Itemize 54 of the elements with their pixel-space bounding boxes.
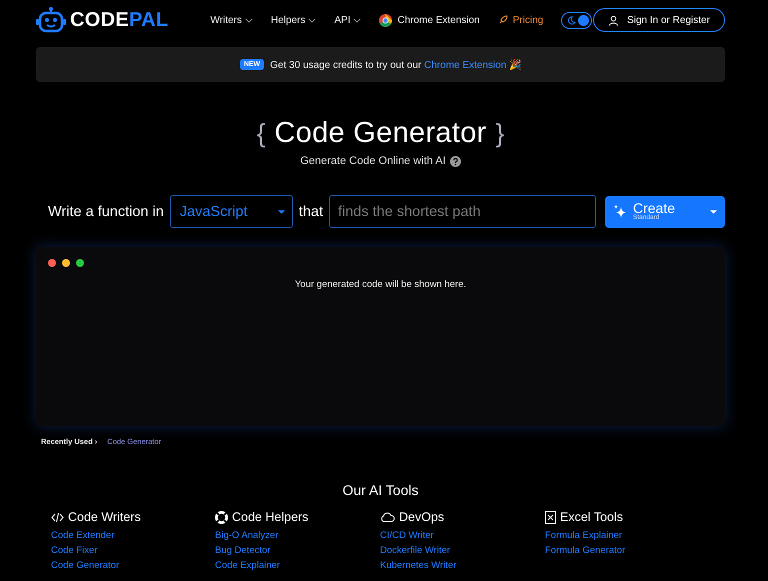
spreadsheet-icon <box>545 510 556 524</box>
chevron-down-icon <box>308 18 316 22</box>
user-icon <box>608 14 620 26</box>
chrome-extension-link[interactable]: Chrome Extension <box>424 60 506 70</box>
language-dropdown[interactable]: JavaScript <box>170 195 293 228</box>
tool-link[interactable]: Formula Explainer <box>545 529 725 542</box>
task-input-field[interactable]: finds the shortest path <box>328 195 596 228</box>
dark-mode-toggle[interactable] <box>561 12 592 28</box>
nav-link[interactable]: Pricing <box>512 14 544 26</box>
tool-category-title: Code Helpers <box>232 510 308 524</box>
page-subtitle: Generate Code Online with AI <box>300 155 446 167</box>
sign-in-button[interactable]: Sign In or Register <box>593 8 725 32</box>
tool-link[interactable]: Code Extender <box>51 529 215 542</box>
window-dot-icon <box>48 259 56 267</box>
tool-link[interactable]: Dockerfile Writer <box>380 544 545 557</box>
chevron-down-icon <box>244 18 253 22</box>
robot-logo-icon <box>36 7 66 33</box>
code-icon <box>51 512 64 522</box>
window-dot-icon <box>62 259 70 267</box>
lifebuoy-icon <box>215 510 228 524</box>
tool-link[interactable]: Code Explainer <box>215 559 380 572</box>
nav-menu-link[interactable]: Helpers <box>270 14 316 26</box>
tool-link[interactable]: Bug Detector <box>215 544 380 557</box>
tool-link[interactable]: Code Generator <box>51 559 215 572</box>
prompt-label: Write a function in <box>48 204 164 220</box>
nav-menu-link[interactable]: API <box>334 14 362 26</box>
nav-menu-link[interactable]: Writers <box>210 14 253 26</box>
sparkle-icon <box>612 204 627 220</box>
chrome-icon <box>379 14 392 26</box>
prompt-label: that <box>298 204 323 220</box>
caret-icon <box>278 210 285 214</box>
window-dot-icon <box>76 259 84 267</box>
help-icon[interactable] <box>450 156 461 166</box>
rocket-icon <box>498 15 508 25</box>
tool-link[interactable]: Kubernetes Writer <box>380 559 545 572</box>
tool-link[interactable]: CI/CD Writer <box>380 529 545 542</box>
cloud-icon <box>380 512 395 522</box>
caret-icon <box>710 210 717 214</box>
logo-text[interactable]: CODEPAL <box>70 8 168 32</box>
chevron-down-icon <box>353 18 362 22</box>
nav-link[interactable]: Chrome Extension <box>397 14 480 26</box>
tools-heading: Our AI Tools <box>341 482 420 498</box>
tool-link[interactable]: Formula Generator <box>545 544 725 557</box>
banner-text: Get 30 usage credits to try out our Chrome Extension 🎉 <box>270 58 522 70</box>
tool-category-title: Code Writers <box>68 510 141 524</box>
tool-link[interactable]: Code Fixer <box>51 544 215 557</box>
tool-link[interactable]: Big-O Analyzer <box>215 529 380 542</box>
title-brace: { <box>256 118 266 149</box>
tool-category-title: DevOps <box>399 510 444 524</box>
tool-category-title: Excel Tools <box>560 510 623 524</box>
output-placeholder-text: Your generated code will be shown here. <box>294 279 468 290</box>
page-title: Code Generator <box>274 117 487 150</box>
moon-icon <box>567 16 576 24</box>
title-brace: } <box>496 118 504 149</box>
